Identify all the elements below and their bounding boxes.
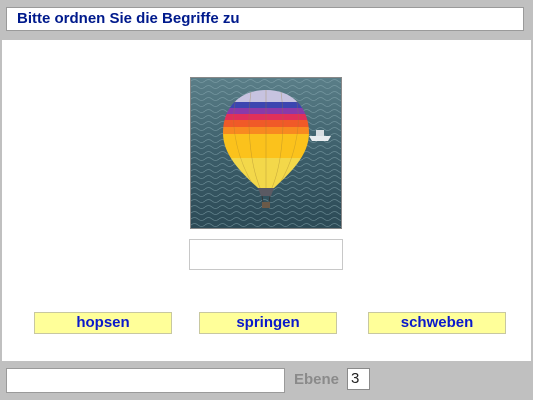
word-option-springen[interactable]: springen — [199, 312, 337, 334]
word-option-schweben[interactable]: schweben — [368, 312, 506, 334]
answer-drop-field[interactable] — [189, 239, 343, 270]
page-title: Bitte ordnen Sie die Begriffe zu — [6, 7, 524, 31]
level-label: Ebene — [294, 371, 340, 388]
exercise-area: hopsen springen schweben — [2, 40, 531, 361]
word-option-hopsen[interactable]: hopsen — [34, 312, 172, 334]
footer-bar: Ebene 3 — [0, 361, 533, 400]
status-field — [6, 368, 285, 393]
level-input[interactable]: 3 — [347, 368, 370, 390]
header-bar: Bitte ordnen Sie die Begriffe zu — [0, 0, 533, 40]
hot-air-balloon-photo — [190, 77, 342, 229]
